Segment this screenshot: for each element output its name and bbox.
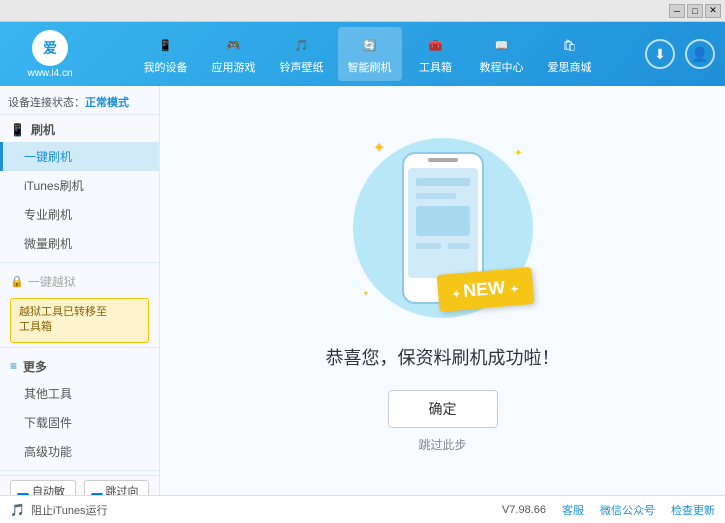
phone-illustration: ✦ ✦ ✦ NEW: [343, 128, 543, 328]
itunes-status: 🎵 阻止iTunes运行: [10, 502, 108, 518]
bottom-options: 自动敏逸 跳过向导: [0, 475, 159, 495]
logo-url: www.i4.cn: [27, 68, 72, 79]
logo[interactable]: 爱 www.i4.cn: [10, 30, 90, 79]
nav-item-my-device[interactable]: 📱 我的设备: [134, 27, 198, 81]
nav-item-smart-flash[interactable]: 🔄 智能刷机: [338, 27, 402, 81]
sidebar-section-jailbreak: 🔒 一键越狱: [0, 267, 159, 294]
mall-icon: 🛍: [556, 33, 584, 57]
sidebar: 设备连接状态：正常模式 📱 刷机 一键刷机 iTunes刷机 专业刷机 微量刷机…: [0, 86, 160, 495]
nav-item-mall[interactable]: 🛍 爱思商城: [538, 27, 602, 81]
header: 爱 www.i4.cn 📱 我的设备 🎮 应用游戏 🎵 铃声壁纸 🔄 智能刷机 …: [0, 22, 725, 86]
sidebar-item-advanced[interactable]: 高级功能: [0, 437, 159, 466]
close-button[interactable]: ✕: [705, 4, 721, 18]
sidebar-item-micro-flash[interactable]: 微量刷机: [0, 229, 159, 258]
divider-1: [0, 262, 159, 263]
maximize-button[interactable]: □: [687, 4, 703, 18]
new-badge: NEW: [436, 267, 533, 312]
lock-icon: 🔒: [10, 275, 24, 288]
version-text: V7.98.66: [502, 504, 546, 516]
auto-dismiss-checkbox[interactable]: 自动敏逸: [10, 480, 76, 495]
ringtone-icon: 🎵: [288, 33, 316, 57]
sidebar-item-other-tools[interactable]: 其他工具: [0, 379, 159, 408]
my-device-icon: 📱: [152, 33, 180, 57]
skip-guide-input[interactable]: [91, 493, 103, 495]
sparkle-1: ✦: [373, 138, 386, 158]
content-area: ✦ ✦ ✦ NEW: [160, 86, 725, 495]
title-bar: ─ □ ✕: [0, 0, 725, 22]
customer-service-link[interactable]: 客服: [562, 502, 584, 518]
sidebar-section-more: ≡ 更多: [0, 352, 159, 379]
smart-flash-icon: 🔄: [356, 33, 384, 57]
nav-item-tutorial[interactable]: 📖 教程中心: [470, 27, 534, 81]
logo-icon: 爱: [32, 30, 68, 66]
nav-item-app-game[interactable]: 🎮 应用游戏: [202, 27, 266, 81]
sidebar-section-flash: 📱 刷机: [0, 115, 159, 142]
nav-item-toolbox[interactable]: 🧰 工具箱: [406, 27, 466, 81]
tutorial-icon: 📖: [488, 33, 516, 57]
toolbox-icon: 🧰: [422, 33, 450, 57]
divider-2: [0, 347, 159, 348]
skip-guide-checkbox[interactable]: 跳过向导: [84, 480, 150, 495]
sidebar-item-one-click-flash[interactable]: 一键刷机: [0, 142, 159, 171]
jailbreak-note: 越狱工具已转移至工具箱: [10, 298, 149, 343]
app-game-icon: 🎮: [220, 33, 248, 57]
connection-mode: 正常模式: [85, 97, 129, 109]
nav-item-ringtone[interactable]: 🎵 铃声壁纸: [270, 27, 334, 81]
main-area: 设备连接状态：正常模式 📱 刷机 一键刷机 iTunes刷机 专业刷机 微量刷机…: [0, 86, 725, 495]
itunes-icon: 🎵: [10, 503, 25, 517]
sparkle-3: ✦: [363, 289, 370, 298]
skip-link[interactable]: 跳过此步: [418, 436, 466, 453]
auto-dismiss-input[interactable]: [17, 493, 29, 495]
minimize-button[interactable]: ─: [669, 4, 685, 18]
sparkle-2: ✦: [514, 148, 522, 159]
nav-bar: 📱 我的设备 🎮 应用游戏 🎵 铃声壁纸 🔄 智能刷机 🧰 工具箱 📖 教程中心…: [90, 27, 645, 81]
nav-right-buttons: ⬇ 👤: [645, 39, 715, 69]
confirm-button[interactable]: 确定: [388, 390, 498, 428]
sidebar-item-itunes-flash[interactable]: iTunes刷机: [0, 171, 159, 200]
more-icon: ≡: [10, 359, 17, 373]
wechat-link[interactable]: 微信公众号: [600, 502, 655, 518]
user-button[interactable]: 👤: [685, 39, 715, 69]
download-button[interactable]: ⬇: [645, 39, 675, 69]
success-message: 恭喜您，保资料刷机成功啦！: [326, 344, 560, 370]
flash-icon: 📱: [10, 123, 25, 137]
divider-3: [0, 470, 159, 471]
sidebar-item-download-firmware[interactable]: 下载固件: [0, 408, 159, 437]
connection-status: 设备连接状态：正常模式: [0, 90, 159, 115]
check-update-link[interactable]: 检查更新: [671, 502, 715, 518]
sidebar-item-pro-flash[interactable]: 专业刷机: [0, 200, 159, 229]
status-bar: 🎵 阻止iTunes运行 V7.98.66 客服 微信公众号 检查更新: [0, 495, 725, 523]
status-right: V7.98.66 客服 微信公众号 检查更新: [502, 502, 715, 518]
